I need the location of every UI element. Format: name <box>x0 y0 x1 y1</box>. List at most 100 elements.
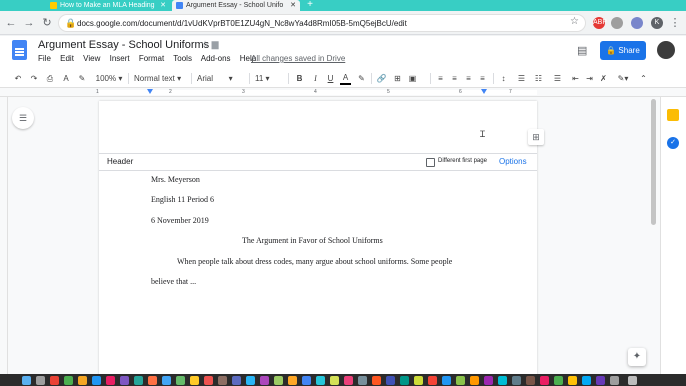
back-icon[interactable]: ← <box>4 16 18 30</box>
paragraph-line[interactable]: believe that ... <box>151 277 196 286</box>
align-center-icon[interactable]: ≡ <box>449 72 460 85</box>
dock-app-icon[interactable] <box>512 376 521 385</box>
vertical-scrollbar[interactable] <box>650 97 657 227</box>
dock-app-icon[interactable] <box>288 376 297 385</box>
dock-app-icon[interactable] <box>120 376 129 385</box>
underline-icon[interactable]: U <box>325 72 336 85</box>
essay-title[interactable]: The Argument in Favor of School Uniforms <box>242 236 383 245</box>
dock-app-icon[interactable] <box>540 376 549 385</box>
align-left-icon[interactable]: ≡ <box>435 72 446 85</box>
class-line[interactable]: English 11 Period 6 <box>151 195 214 204</box>
header-options-button[interactable]: Options <box>499 157 527 166</box>
dock-app-icon[interactable] <box>176 376 185 385</box>
dock-app-icon[interactable] <box>274 376 283 385</box>
dock-app-icon[interactable] <box>498 376 507 385</box>
dock-app-icon[interactable] <box>64 376 73 385</box>
chrome-icon[interactable] <box>302 376 311 385</box>
font-select[interactable]: Arial ▾ <box>197 72 245 85</box>
adblock-extension-icon[interactable]: ABP <box>593 17 607 29</box>
explore-icon[interactable]: ✦ <box>628 348 646 366</box>
insert-image-icon[interactable]: ▣ <box>407 72 418 85</box>
insert-comment-icon[interactable]: ⊞ <box>392 72 403 85</box>
dock-app-icon[interactable] <box>78 376 87 385</box>
dock-app-icon[interactable] <box>596 376 605 385</box>
date-line[interactable]: 6 November 2019 <box>151 216 209 225</box>
tasks-icon[interactable]: ✓ <box>667 137 679 149</box>
new-tab-button[interactable]: + <box>304 0 316 11</box>
menu-tools[interactable]: Tools <box>173 54 192 63</box>
teacher-line[interactable]: Mrs. Meyerson <box>151 175 200 184</box>
line-spacing-icon[interactable]: ↕ <box>498 72 509 85</box>
add-comment-icon[interactable]: ⊞ <box>528 129 544 145</box>
star-folder-icons[interactable]: ☆ ▆ <box>201 39 219 50</box>
dock-app-icon[interactable] <box>50 376 59 385</box>
dock-app-icon[interactable] <box>330 376 339 385</box>
dock-app-icon[interactable] <box>400 376 409 385</box>
align-justify-icon[interactable]: ≡ <box>477 72 488 85</box>
clear-formatting-icon[interactable]: ✗ <box>598 72 609 85</box>
dock-app-icon[interactable] <box>232 376 241 385</box>
extension-icon[interactable] <box>611 17 623 29</box>
dock-app-icon[interactable] <box>526 376 535 385</box>
dock-app-icon[interactable] <box>582 376 591 385</box>
finder-icon[interactable] <box>22 376 31 385</box>
dock-app-icon[interactable] <box>568 376 577 385</box>
save-status[interactable]: All changes saved in Drive <box>251 54 345 63</box>
text-color-icon[interactable]: A <box>340 72 351 85</box>
align-right-icon[interactable]: ≡ <box>463 72 474 85</box>
dock-app-icon[interactable] <box>36 376 45 385</box>
profile-icon[interactable]: K <box>651 17 663 29</box>
menu-edit[interactable]: Edit <box>60 54 74 63</box>
trash-icon[interactable] <box>628 376 637 385</box>
dock-app-icon[interactable] <box>456 376 465 385</box>
avatar[interactable] <box>657 41 675 59</box>
editing-mode-icon[interactable]: ✎▾ <box>614 72 632 85</box>
keep-icon[interactable] <box>667 109 679 121</box>
dock-app-icon[interactable] <box>358 376 367 385</box>
forward-icon[interactable]: → <box>22 16 36 30</box>
close-icon[interactable]: ✕ <box>290 0 296 11</box>
dock-app-icon[interactable] <box>484 376 493 385</box>
highlight-icon[interactable]: ✎ <box>356 72 367 85</box>
dock-app-icon[interactable] <box>442 376 451 385</box>
close-icon[interactable]: ✕ <box>160 0 166 11</box>
italic-icon[interactable]: I <box>310 72 321 85</box>
link-icon[interactable]: 🔗 <box>376 72 387 85</box>
dock-app-icon[interactable] <box>204 376 213 385</box>
paragraph-line[interactable]: When people talk about dress codes, many… <box>177 257 452 266</box>
docs-logo-icon[interactable] <box>12 40 27 60</box>
more-menu-icon[interactable]: ⋮ <box>668 16 682 30</box>
dock-app-icon[interactable] <box>218 376 227 385</box>
comments-icon[interactable]: ▤ <box>577 44 591 57</box>
dock-app-icon[interactable] <box>386 376 395 385</box>
checklist-icon[interactable]: ☰ <box>516 72 527 85</box>
browser-tab-essay[interactable]: Argument Essay - School Unifo ✕ <box>172 0 300 11</box>
dock-app-icon[interactable] <box>106 376 115 385</box>
menu-file[interactable]: File <box>38 54 51 63</box>
dock-app-icon[interactable] <box>260 376 269 385</box>
increase-indent-icon[interactable]: ⇥ <box>584 72 595 85</box>
numbered-list-icon[interactable]: ☰ <box>552 72 563 85</box>
browser-tab-mla[interactable]: How to Make an MLA Heading ✕ <box>46 0 170 11</box>
dock-app-icon[interactable] <box>470 376 479 385</box>
reload-icon[interactable]: ↻ <box>40 16 54 30</box>
menu-insert[interactable]: Insert <box>110 54 130 63</box>
font-size-select[interactable]: 11 ▾ <box>255 72 275 85</box>
dock-app-icon[interactable] <box>190 376 199 385</box>
bookmark-star-icon[interactable]: ☆ <box>570 16 579 27</box>
bulleted-list-icon[interactable]: ☷ <box>533 72 544 85</box>
different-first-page-checkbox[interactable] <box>426 158 435 167</box>
collapse-menu-icon[interactable]: ⌃ <box>638 72 649 85</box>
style-select[interactable]: Normal text ▾ <box>134 72 188 85</box>
undo-icon[interactable]: ↶ <box>12 72 24 85</box>
dock-app-icon[interactable] <box>148 376 157 385</box>
horizontal-ruler[interactable]: 1 2 3 4 5 6 7 <box>0 88 686 97</box>
spellcheck-icon[interactable]: A <box>60 72 72 85</box>
scrollbar-thumb[interactable] <box>651 99 656 225</box>
decrease-indent-icon[interactable]: ⇤ <box>570 72 581 85</box>
zoom-select[interactable]: 100% ▾ <box>94 72 124 85</box>
dock-app-icon[interactable] <box>246 376 255 385</box>
document-outline-icon[interactable]: ☰ <box>12 107 34 129</box>
dock-app-icon[interactable] <box>92 376 101 385</box>
menu-addons[interactable]: Add-ons <box>201 54 231 63</box>
